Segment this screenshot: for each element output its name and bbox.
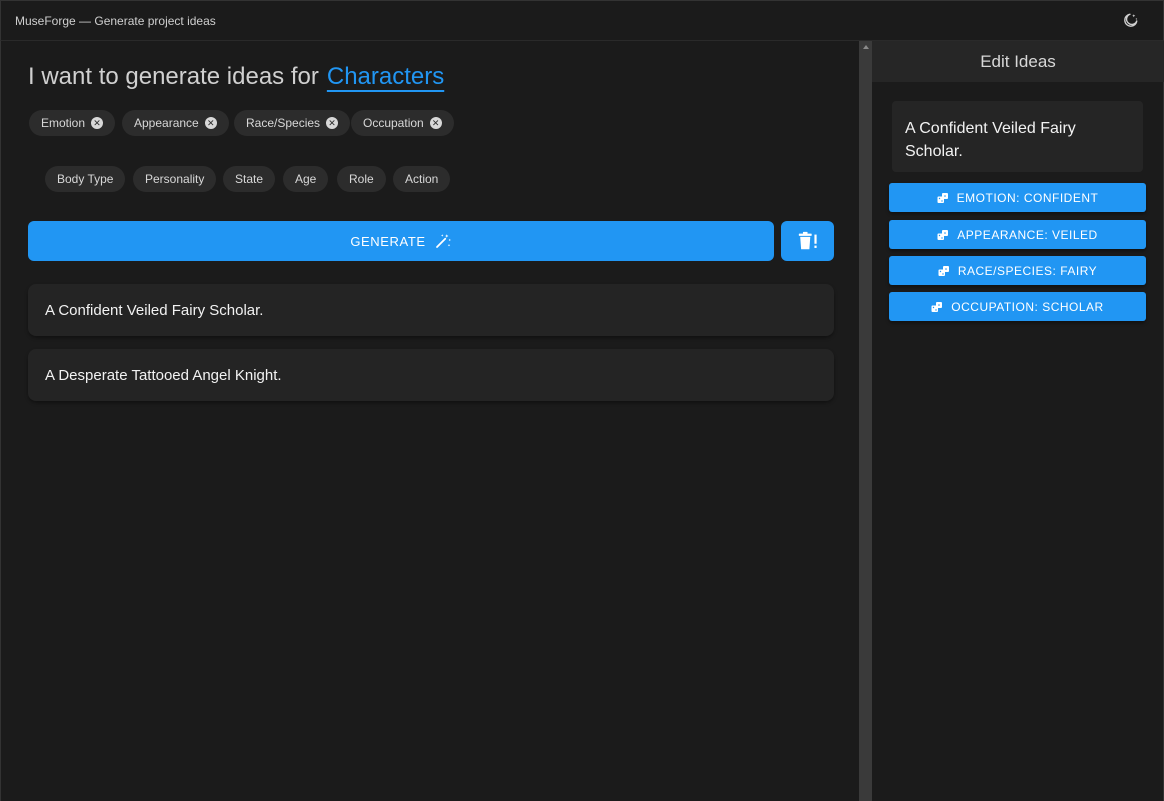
reroll-attribute-button[interactable]: OCCUPATION: SCHOLAR (889, 292, 1146, 321)
remove-chip-icon[interactable]: ✕ (326, 117, 339, 129)
attribute-label: EMOTION: CONFIDENT (956, 190, 1099, 205)
trash-alert-icon (798, 231, 817, 250)
edit-ideas-panel: Edit Ideas A Confident Veiled Fairy Scho… (872, 41, 1164, 801)
dice-icon (937, 192, 948, 203)
dice-icon (931, 301, 943, 312)
reroll-attribute-button[interactable]: RACE/SPECIES: FAIRY (889, 256, 1146, 285)
dice-icon (938, 265, 949, 276)
attribute-label: RACE/SPECIES: FAIRY (957, 263, 1098, 278)
heading-prefix: I want to generate ideas for (28, 63, 319, 90)
selected-category-chip[interactable]: Occupation ✕ (351, 110, 454, 136)
attribute-label: APPEARANCE: VEILED (957, 227, 1098, 242)
attribute-label: OCCUPATION: SCHOLAR (951, 299, 1104, 314)
edit-ideas-title: Edit Ideas (872, 41, 1164, 82)
chip-label: Occupation (363, 116, 424, 130)
main-panel: I want to generate ideas for Characters E… (0, 41, 859, 801)
moon-icon[interactable] (1121, 12, 1139, 30)
page-heading: I want to generate ideas for Characters (28, 63, 444, 91)
available-category-chip[interactable]: Role (337, 166, 386, 192)
main-scrollbar[interactable] (859, 41, 872, 801)
idea-card[interactable]: A Desperate Tattooed Angel Knight. (28, 349, 834, 401)
available-category-chip[interactable]: Personality (133, 166, 217, 192)
clear-ideas-button[interactable] (781, 221, 834, 261)
dice-icon (937, 229, 949, 240)
idea-card[interactable]: A Confident Veiled Fairy Scholar. (28, 284, 834, 336)
window-title: MuseForge — Generate project ideas (15, 14, 216, 28)
remove-chip-icon[interactable]: ✕ (429, 117, 442, 129)
available-category-chip[interactable]: Action (393, 166, 451, 192)
generate-label: GENERATE (350, 233, 426, 249)
chip-label: Appearance (134, 116, 199, 130)
remove-chip-icon[interactable]: ✕ (204, 117, 217, 129)
scroll-up-arrow-icon[interactable] (863, 45, 869, 49)
selected-category-chip[interactable]: Appearance ✕ (122, 110, 229, 136)
reroll-attribute-button[interactable]: APPEARANCE: VEILED (889, 220, 1146, 249)
magic-wand-icon (435, 234, 451, 248)
generate-button[interactable]: GENERATE (28, 221, 774, 261)
selected-idea-text: A Confident Veiled Fairy Scholar. (892, 101, 1143, 172)
selected-category-chip[interactable]: Emotion ✕ (29, 110, 116, 136)
remove-chip-icon[interactable]: ✕ (91, 117, 104, 129)
title-bar: MuseForge — Generate project ideas (0, 0, 1164, 41)
available-category-chip[interactable]: Age (283, 166, 329, 192)
available-category-chip[interactable]: Body Type (45, 166, 126, 192)
available-category-chip[interactable]: State (223, 166, 276, 192)
reroll-attribute-button[interactable]: EMOTION: CONFIDENT (889, 183, 1146, 212)
target-type-link[interactable]: Characters (327, 63, 444, 90)
chip-label: Emotion (41, 116, 86, 130)
chip-label: Race/Species (246, 116, 321, 130)
selected-category-chip[interactable]: Race/Species ✕ (234, 110, 351, 136)
